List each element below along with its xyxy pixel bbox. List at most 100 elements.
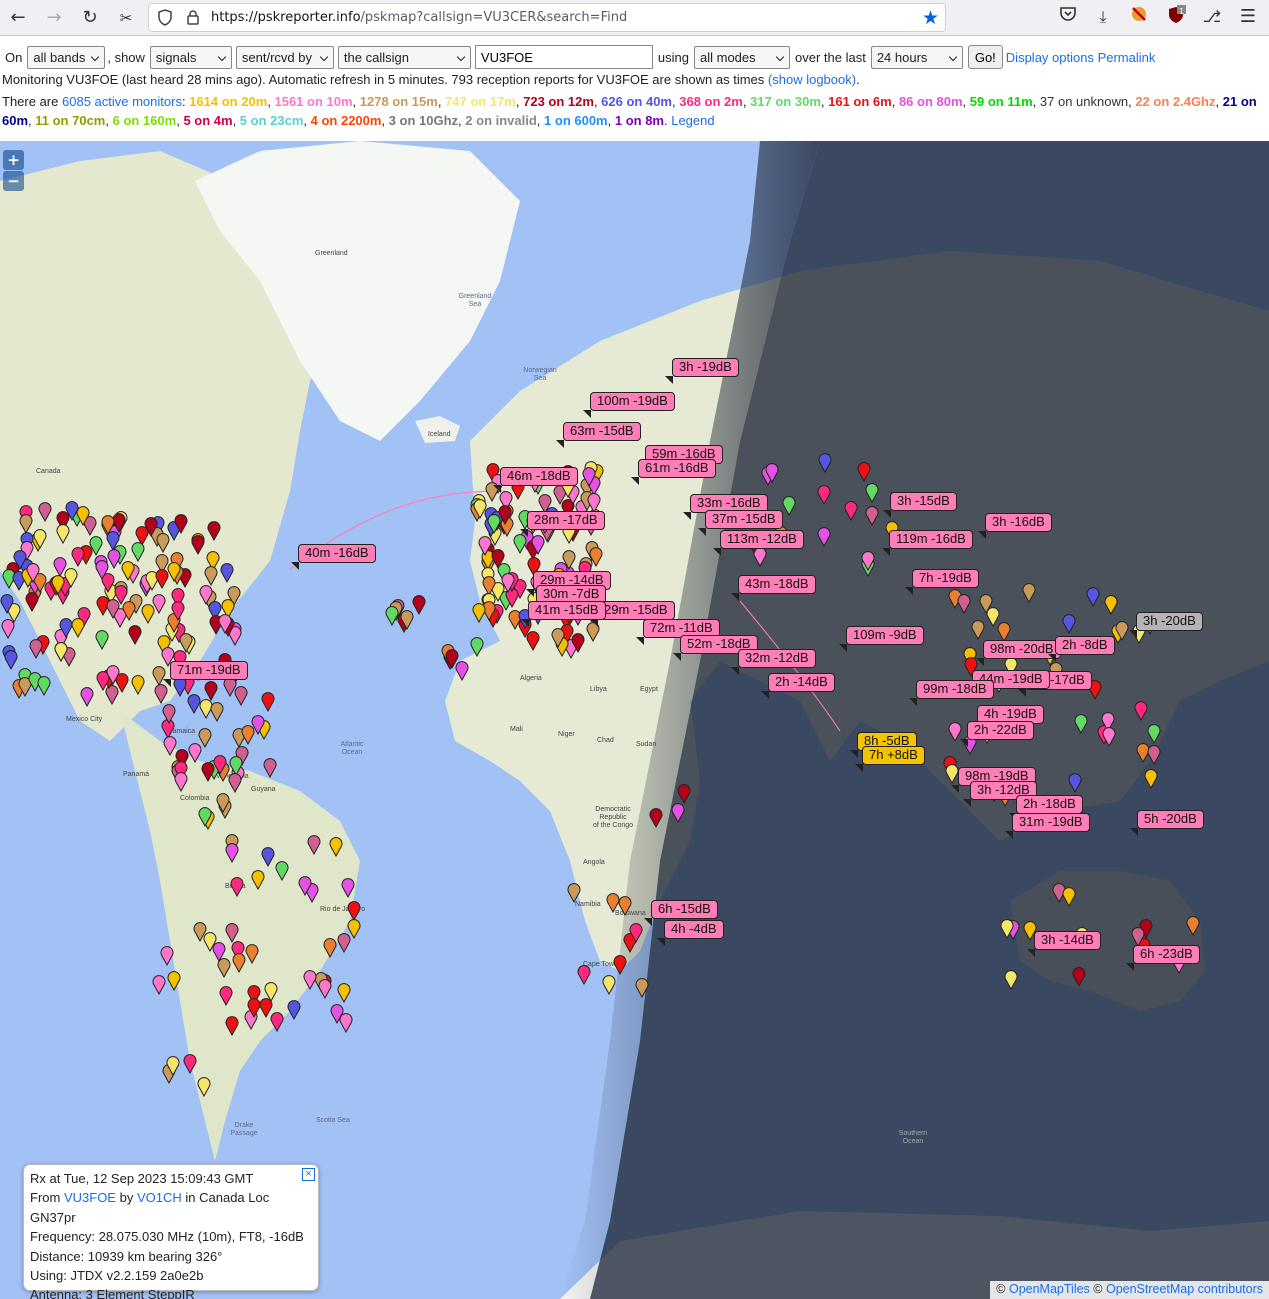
tracking-protection-icon[interactable] [157,9,173,26]
menu-icon[interactable]: ☰ [1236,5,1260,29]
monitor-pin-icon[interactable] [957,594,971,614]
monitor-pin-icon[interactable] [1102,727,1116,748]
forward-icon[interactable]: → [40,4,68,32]
bookmark-star-icon[interactable]: ★ [922,7,939,29]
monitor-pin-icon[interactable] [582,467,596,488]
monitor-pin-icon[interactable] [37,675,51,696]
monitor-pin-icon[interactable] [128,625,142,645]
monitor-pin-icon[interactable] [971,620,985,641]
monitor-pin-icon[interactable] [817,527,831,548]
monitor-pin-icon[interactable] [782,495,796,516]
monitor-pin-icon[interactable] [323,937,337,958]
monitor-pin-icon[interactable] [945,763,959,784]
openstreetmap-link[interactable]: OpenStreetMap contributors [1106,1282,1263,1296]
legend-link[interactable]: Legend [671,113,714,128]
monitor-pin-icon[interactable] [0,593,14,614]
monitor-pin-icon[interactable] [33,529,47,549]
monitor-pin-icon[interactable] [1000,918,1014,939]
monitor-pin-icon[interactable] [347,918,361,939]
monitor-pin-icon[interactable] [203,932,217,952]
popup-from-call-link[interactable]: VU3FOE [64,1190,116,1205]
reception-report-label[interactable]: 2h -14dB [761,673,835,699]
monitor-pin-icon[interactable] [65,501,79,521]
adblock-extension-icon[interactable] [1127,5,1151,29]
monitor-pin-icon[interactable] [618,895,632,916]
monitor-pin-icon[interactable] [1,618,15,639]
monitor-pin-icon[interactable] [152,594,166,615]
monitor-pin-icon[interactable] [106,530,120,551]
reception-report-label[interactable]: 63m -15dB [556,422,641,448]
pocket-icon[interactable] [1056,5,1080,29]
monitor-pin-icon[interactable] [303,969,317,990]
monitor-pin-icon[interactable] [247,998,261,1019]
monitor-pin-icon[interactable] [470,637,484,658]
monitor-pin-icon[interactable] [337,983,351,1004]
reception-report-label[interactable]: 113m -12dB [713,530,804,556]
popup-close-button[interactable]: × [302,1168,315,1181]
period-select[interactable]: 24 hours [870,45,963,69]
back-icon[interactable]: ← [4,4,32,32]
monitor-pin-icon[interactable] [188,743,202,764]
monitor-pin-icon[interactable] [219,985,233,1006]
monitor-pin-icon[interactable] [635,977,649,998]
reception-report-label[interactable]: 43m -18dB [731,575,816,601]
monitor-pin-icon[interactable] [106,665,120,686]
reception-report-label[interactable]: 6h -23dB [1126,945,1200,971]
monitor-pin-icon[interactable] [1144,769,1158,790]
monitor-pin-icon[interactable] [1062,613,1076,634]
monitor-pin-icon[interactable] [1068,773,1082,793]
reception-report-label[interactable]: 3h -14dB [1027,931,1101,957]
extensions-puzzle-icon[interactable]: ⎇ [1200,5,1224,29]
monitor-pin-icon[interactable] [160,946,174,967]
monitor-pin-icon[interactable] [298,876,312,897]
monitor-pin-icon[interactable] [26,563,40,584]
monitor-pin-icon[interactable] [207,521,221,541]
mode-select[interactable]: all modes [694,45,790,69]
monitor-pin-icon[interactable] [54,641,68,662]
monitor-pin-icon[interactable] [4,650,18,671]
monitor-pin-icon[interactable] [1072,967,1086,988]
monitor-pin-icon[interactable] [261,691,275,712]
reception-report-label[interactable]: 7h +8dB [855,746,925,772]
monitor-pin-icon[interactable] [385,605,399,626]
monitor-pin-icon[interactable] [1131,926,1145,947]
monitor-pin-icon[interactable] [225,843,239,864]
monitor-pin-icon[interactable] [183,1053,197,1074]
monitor-pin-icon[interactable] [199,584,213,605]
monitor-pin-icon[interactable] [95,630,109,651]
monitor-pin-icon[interactable] [225,923,239,944]
reception-report-label[interactable]: 109m -9dB [839,626,924,652]
monitor-pin-icon[interactable] [131,542,145,562]
display-options-link[interactable]: Display options [1006,50,1094,65]
monitor-pin-icon[interactable] [210,701,224,722]
show-select[interactable]: signals [149,45,232,69]
monitor-pin-icon[interactable] [230,877,244,898]
monitor-pin-icon[interactable] [562,549,576,570]
monitor-pin-icon[interactable] [204,566,218,587]
reception-report-label[interactable]: 46m -18dB [493,467,578,493]
monitor-pin-icon[interactable] [114,585,128,606]
address-bar[interactable]: https://pskreporter.info/pskmap?callsign… [148,3,946,32]
monitor-pin-icon[interactable] [131,674,145,695]
monitor-pin-icon[interactable] [861,551,875,572]
reception-report-label[interactable]: 3h -15dB [883,492,957,518]
reception-report-label[interactable]: 28m -17dB [520,511,605,537]
download-icon[interactable]: ⤓ [1091,5,1115,29]
reception-report-label[interactable]: 119m -16dB [882,530,973,556]
monitor-pin-icon[interactable] [857,461,871,482]
reception-report-label[interactable]: 40m -16dB [291,544,376,570]
monitor-pin-icon[interactable] [245,943,259,964]
monitor-pin-icon[interactable] [225,1016,239,1037]
monitor-pin-icon[interactable] [412,595,426,615]
monitor-pin-icon[interactable] [1022,582,1036,603]
lock-icon[interactable] [185,9,201,26]
monitor-pin-icon[interactable] [59,617,73,638]
monitor-pin-icon[interactable] [261,847,275,868]
monitor-pin-icon[interactable] [275,860,289,881]
monitor-pin-icon[interactable] [174,513,188,534]
monitor-pin-icon[interactable] [162,704,176,725]
monitor-pin-icon[interactable] [71,618,85,638]
monitor-pin-icon[interactable] [1134,700,1148,721]
openmaptiles-link[interactable]: OpenMapTiles [1009,1282,1090,1296]
monitor-pin-icon[interactable] [577,965,591,986]
